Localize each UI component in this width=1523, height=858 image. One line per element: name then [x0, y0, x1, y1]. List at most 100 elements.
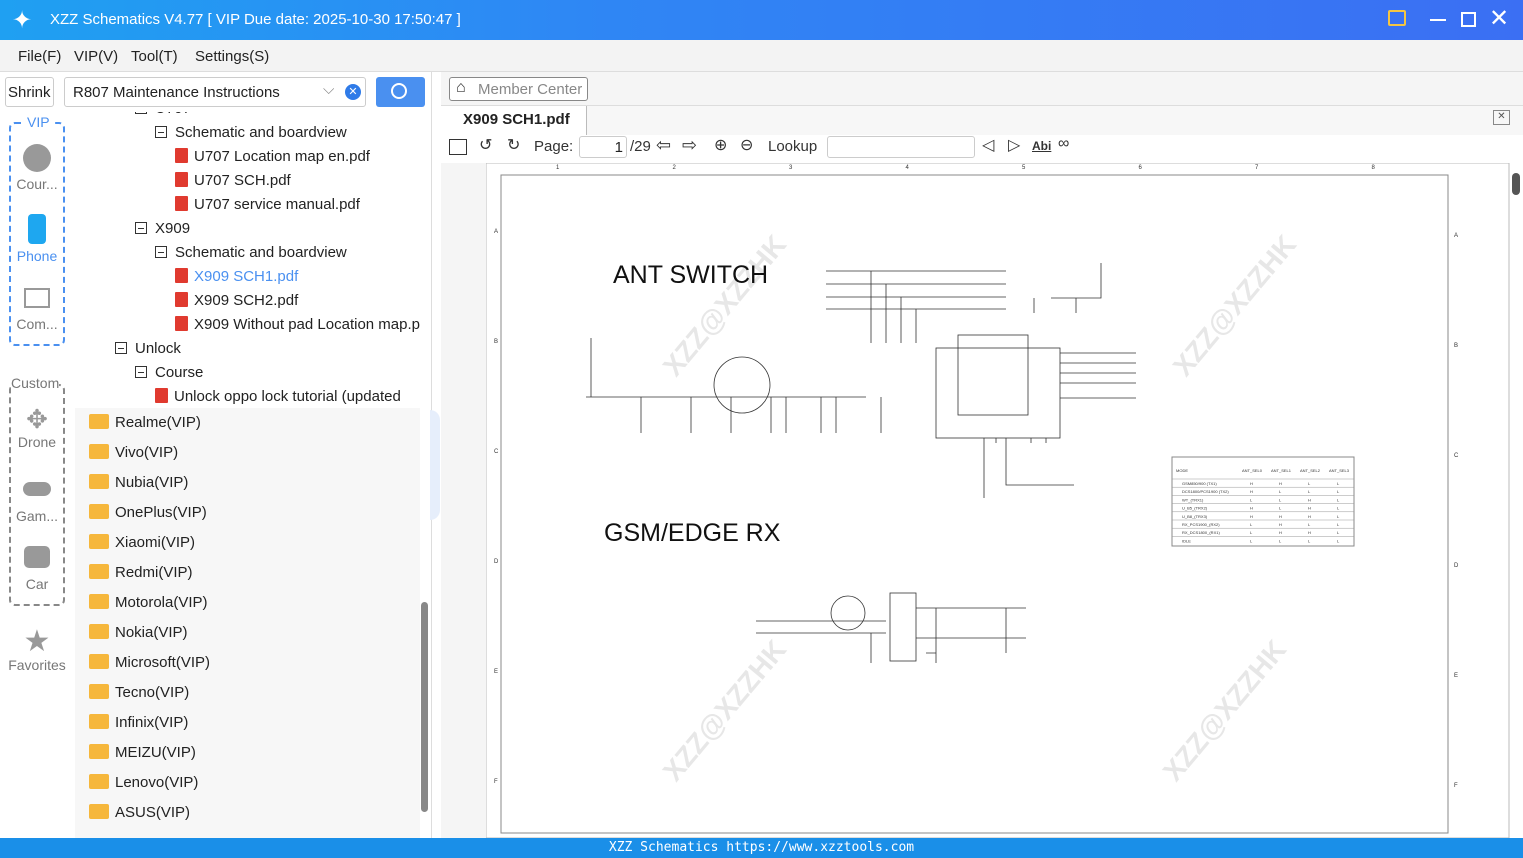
home-icon: ⌂: [456, 79, 466, 96]
table-cell: DCS1800/PCS1900 (TX2): [1182, 489, 1229, 494]
brand-folder[interactable]: Redmi(VIP): [89, 564, 193, 581]
table-cell: H: [1250, 489, 1253, 494]
brand-folder[interactable]: MEIZU(VIP): [89, 744, 196, 761]
tree-folder[interactable]: Unlock: [115, 340, 181, 357]
lookup-input[interactable]: [827, 136, 975, 158]
nav-game[interactable]: Gam...: [0, 482, 74, 524]
search-input[interactable]: R807 Maintenance Instructions: [73, 84, 280, 101]
table-cell: L: [1337, 481, 1340, 486]
row-label: C: [494, 449, 499, 455]
watermark: XZZ@XZZHK: [657, 634, 792, 787]
shrink-button[interactable]: Shrink: [5, 77, 54, 107]
tree-folder[interactable]: X909: [135, 220, 190, 237]
brand-label: Motorola(VIP): [115, 594, 208, 611]
nav-drone[interactable]: ✥ Drone: [0, 404, 74, 450]
binoculars-icon[interactable]: ∞: [1058, 135, 1069, 153]
column-label: 5: [1022, 165, 1026, 171]
tree-folder[interactable]: Course: [135, 364, 203, 381]
collapse-icon[interactable]: [135, 222, 147, 234]
scrollbar-thumb[interactable]: [421, 602, 428, 812]
row-label: A: [1454, 233, 1458, 239]
brand-folder[interactable]: Tecno(VIP): [89, 684, 189, 701]
tree-file[interactable]: U707 service manual.pdf: [175, 196, 360, 213]
footer-bar: XZZ Schematics https://www.xzztools.com: [0, 838, 1523, 858]
brand-folder[interactable]: Infinix(VIP): [89, 714, 188, 731]
tree-file[interactable]: X909 Without pad Location map.pdf: [175, 316, 420, 333]
minimize-button[interactable]: [1430, 19, 1446, 21]
tab-x909-sch1[interactable]: X909 SCH1.pdf: [441, 106, 587, 135]
rotate-left-icon[interactable]: ↺: [479, 135, 492, 155]
brand-folder[interactable]: Lenovo(VIP): [89, 774, 198, 791]
rotate-right-icon[interactable]: ↻: [507, 135, 520, 155]
brand-folder[interactable]: Microsoft(VIP): [89, 654, 210, 671]
two-page-icon[interactable]: [449, 139, 467, 155]
nav-car[interactable]: Car: [0, 546, 74, 592]
mode-table: MODE ANT_SEL0 ANT_SEL1 ANT_SEL2 ANT_SEL3 GSM8…: [1171, 456, 1355, 547]
member-center-button[interactable]: ⌂ Member Center: [449, 77, 588, 101]
title-bar: ✦ XZZ Schematics V4.77 [ VIP Due date: 2…: [0, 0, 1523, 40]
tree-file[interactable]: Unlock oppo lock tutorial (updated: [155, 388, 401, 405]
brand-folder[interactable]: ASUS(VIP): [89, 804, 190, 821]
brand-folder[interactable]: Realme(VIP): [89, 414, 201, 431]
collapse-icon[interactable]: [155, 126, 167, 138]
row-label: A: [494, 229, 498, 235]
tree-folder[interactable]: Schematic and boardview: [155, 124, 347, 141]
viewer-scrollbar[interactable]: [1510, 163, 1523, 838]
tree-file[interactable]: X909 SCH2.pdf: [175, 292, 298, 309]
menu-file[interactable]: File(F): [18, 48, 61, 65]
find-prev-icon[interactable]: ◁: [982, 135, 994, 155]
column-label: 7: [1255, 165, 1259, 171]
find-next-icon[interactable]: ▷: [1008, 135, 1020, 155]
schematic-title-ant-switch: ANT SWITCH: [613, 261, 768, 289]
table-cell: L: [1308, 538, 1311, 543]
brand-label: OnePlus(VIP): [115, 504, 207, 521]
table-cell: WT_(TRX1): [1182, 497, 1204, 502]
collapse-icon[interactable]: [135, 366, 147, 378]
nav-phone[interactable]: Phone: [0, 214, 74, 264]
scrollbar-thumb[interactable]: [1512, 173, 1520, 195]
nav-favorites[interactable]: ★ Favorites: [0, 625, 74, 674]
table-cell: H: [1250, 514, 1253, 519]
brand-folder[interactable]: Motorola(VIP): [89, 594, 208, 611]
table-header: ANT_SEL2: [1300, 468, 1321, 473]
menu-vip[interactable]: VIP(V): [74, 48, 118, 65]
menu-settings[interactable]: Settings(S): [195, 48, 269, 65]
collapse-icon[interactable]: [155, 246, 167, 258]
tree-file[interactable]: X909 SCH1.pdf: [175, 268, 298, 285]
prev-page-icon[interactable]: ⇦: [656, 135, 671, 156]
collapse-icon[interactable]: [115, 342, 127, 354]
row-label: F: [1454, 783, 1458, 789]
custom-group-label: Custom: [11, 375, 60, 391]
chevron-down-icon[interactable]: ⌵: [323, 81, 334, 98]
clear-icon[interactable]: ✕: [345, 84, 361, 100]
tree-folder[interactable]: Schematic and boardview: [155, 244, 347, 261]
search-button[interactable]: [376, 77, 425, 107]
next-page-icon[interactable]: ⇨: [682, 135, 697, 156]
tree-file[interactable]: U707 SCH.pdf: [175, 172, 291, 189]
folder-icon: [89, 564, 109, 579]
menu-tool[interactable]: Tool(T): [131, 48, 178, 65]
page-input[interactable]: 1: [579, 136, 627, 158]
zoom-in-icon[interactable]: ⊕: [714, 135, 727, 155]
nav-course[interactable]: Cour...: [0, 144, 74, 192]
zoom-out-icon[interactable]: ⊖: [740, 135, 753, 155]
tree-file[interactable]: U707 Location map en.pdf: [175, 148, 370, 165]
collapse-handle[interactable]: [430, 410, 440, 520]
brand-folder[interactable]: Xiaomi(VIP): [89, 534, 195, 551]
vip-icon[interactable]: [1388, 10, 1406, 26]
maximize-button[interactable]: [1461, 12, 1476, 27]
tree-label: X909 SCH2.pdf: [194, 292, 299, 309]
brand-folder[interactable]: Vivo(VIP): [89, 444, 178, 461]
collapse-icon[interactable]: [135, 112, 147, 114]
star-icon: ★: [23, 625, 51, 658]
tree-folder[interactable]: U707: [135, 112, 191, 117]
brand-folder[interactable]: OnePlus(VIP): [89, 504, 207, 521]
close-button[interactable]: ✕: [1489, 4, 1509, 33]
table-header: ANT_SEL1: [1271, 468, 1292, 473]
brand-folder[interactable]: Nubia(VIP): [89, 474, 188, 491]
close-tab-icon[interactable]: ✕: [1493, 110, 1510, 125]
brand-folder[interactable]: Nokia(VIP): [89, 624, 188, 641]
search-combobox[interactable]: R807 Maintenance Instructions ⌵ ✕: [64, 77, 366, 107]
match-case-button[interactable]: Abi: [1032, 139, 1051, 153]
nav-computer[interactable]: Com...: [0, 288, 74, 332]
